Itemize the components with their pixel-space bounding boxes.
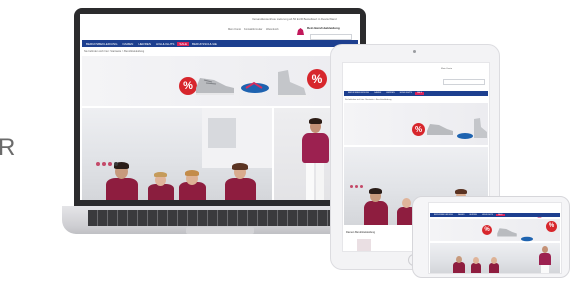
nav-item-highlights[interactable]: HIGHLIGHTS xyxy=(154,42,176,46)
sale-badge-2: % xyxy=(307,69,327,89)
laptop: Versandkostenfreie Lieferung ab 50 EUR B… xyxy=(62,8,378,238)
tablet-nav-item[interactable]: SALE xyxy=(414,92,425,95)
camera-icon xyxy=(413,50,416,53)
brand-logo-icon xyxy=(296,23,305,35)
main-nav: BERUFSBEKLEIDUNG DAMEN HERREN HIGHLIGHTS… xyxy=(82,40,358,47)
phone-nav-item[interactable]: HIGHLIGHTS xyxy=(480,214,495,217)
phone-hero-photo[interactable] xyxy=(430,243,560,273)
phone-staff-1 xyxy=(452,255,466,273)
header-text: Versandkostenfreie Lieferung ab 50 EUR B… xyxy=(252,17,337,21)
phone-nav-item[interactable]: SALE xyxy=(495,213,505,217)
phone-sale-badge: % xyxy=(482,225,492,235)
sneaker-image xyxy=(194,74,236,96)
tablet-header-link[interactable]: Mein Konto xyxy=(441,68,452,70)
phone-nav-item[interactable]: BERUFSBEKLEIDUNG xyxy=(432,214,455,217)
hero-photo[interactable] xyxy=(82,108,272,200)
header-link-contact[interactable]: Kontaktformular xyxy=(244,28,262,31)
nav-item-berufsbekleidung[interactable]: BERUFSBEKLEIDUNG xyxy=(84,42,120,46)
phone-sale-banner[interactable]: % % xyxy=(430,219,560,242)
phone-nav: BERUFSBEKLEIDUNG DAMEN HERREN HIGHLIGHTS… xyxy=(430,213,560,217)
phone-screen: BERUFSBEKLEIDUNG DAMEN HERREN HIGHLIGHTS… xyxy=(428,202,562,274)
phone-flipflop-image xyxy=(520,229,534,242)
laptop-screen: Versandkostenfreie Lieferung ab 50 EUR B… xyxy=(80,14,360,200)
tablet-product-thumb[interactable] xyxy=(357,239,371,251)
phone-sneaker-image xyxy=(496,225,518,237)
laptop-trackpad[interactable] xyxy=(186,227,254,234)
phone: BERUFSBEKLEIDUNG DAMEN HERREN HIGHLIGHTS… xyxy=(412,196,570,278)
phone-brand-logo-icon xyxy=(537,205,542,218)
flipflop-image xyxy=(240,80,270,94)
tablet-sneaker-image xyxy=(426,121,454,137)
sale-banner[interactable]: % % xyxy=(82,56,358,106)
slider-dots-icon[interactable] xyxy=(96,162,120,167)
staff-person-4 xyxy=(222,162,258,200)
phone-staff-3 xyxy=(488,257,500,273)
header-link-cart[interactable]: Warenkorb xyxy=(266,28,279,31)
device-mockup-scene: { "side_letter": "R", "site": { "header_… xyxy=(0,0,572,282)
tablet-breadcrumb[interactable]: Sie befinden sich hier: Startseite > Ber… xyxy=(345,99,391,101)
tablet-sale-badge: % xyxy=(412,123,425,136)
nav-item-sale[interactable]: SALE xyxy=(177,41,190,46)
tablet-shoe-image xyxy=(472,117,488,139)
phone-staff-2 xyxy=(470,257,482,273)
tablet-nav-item[interactable]: HIGHLIGHTS xyxy=(398,92,414,95)
tablet-section-heading: Damen Berufsbekleidung xyxy=(346,231,376,234)
shoe-image xyxy=(274,68,308,98)
phone-nav-item[interactable]: DAMEN xyxy=(456,214,467,217)
phone-nav-item[interactable]: HERREN xyxy=(467,214,479,217)
tablet-nav-item[interactable]: BERUFSBEKLEIDUNG xyxy=(346,92,371,95)
brand-name: Rein Berufsbekleidung xyxy=(307,26,340,30)
phone-model xyxy=(538,245,552,273)
side-letter: R xyxy=(0,134,16,161)
staff-person-2 xyxy=(146,172,176,200)
staff-person-3 xyxy=(176,170,208,200)
nav-item-damen[interactable]: DAMEN xyxy=(121,42,136,46)
tablet-nav-item[interactable]: HERREN xyxy=(384,92,396,95)
nav-item-herren[interactable]: HERREN xyxy=(136,42,153,46)
laptop-keyboard xyxy=(88,210,352,226)
breadcrumb[interactable]: Sie befinden sich hier: Startseite > Ber… xyxy=(84,50,144,53)
tablet-sale-banner[interactable]: % xyxy=(344,103,488,145)
tablet-nav-item[interactable]: DAMEN xyxy=(372,92,383,95)
phone-sale-badge-2: % xyxy=(546,221,557,232)
tablet-search-input[interactable] xyxy=(443,79,485,85)
tablet-staff-1 xyxy=(362,187,390,225)
header-link-account[interactable]: Mein Konto xyxy=(228,28,241,31)
tablet-nav: BERUFSBEKLEIDUNG DAMEN HERREN HIGHLIGHTS… xyxy=(344,91,488,96)
model-person xyxy=(298,116,332,200)
nav-item-berufsschuhe[interactable]: BERUFSSCHUHE xyxy=(190,42,219,46)
